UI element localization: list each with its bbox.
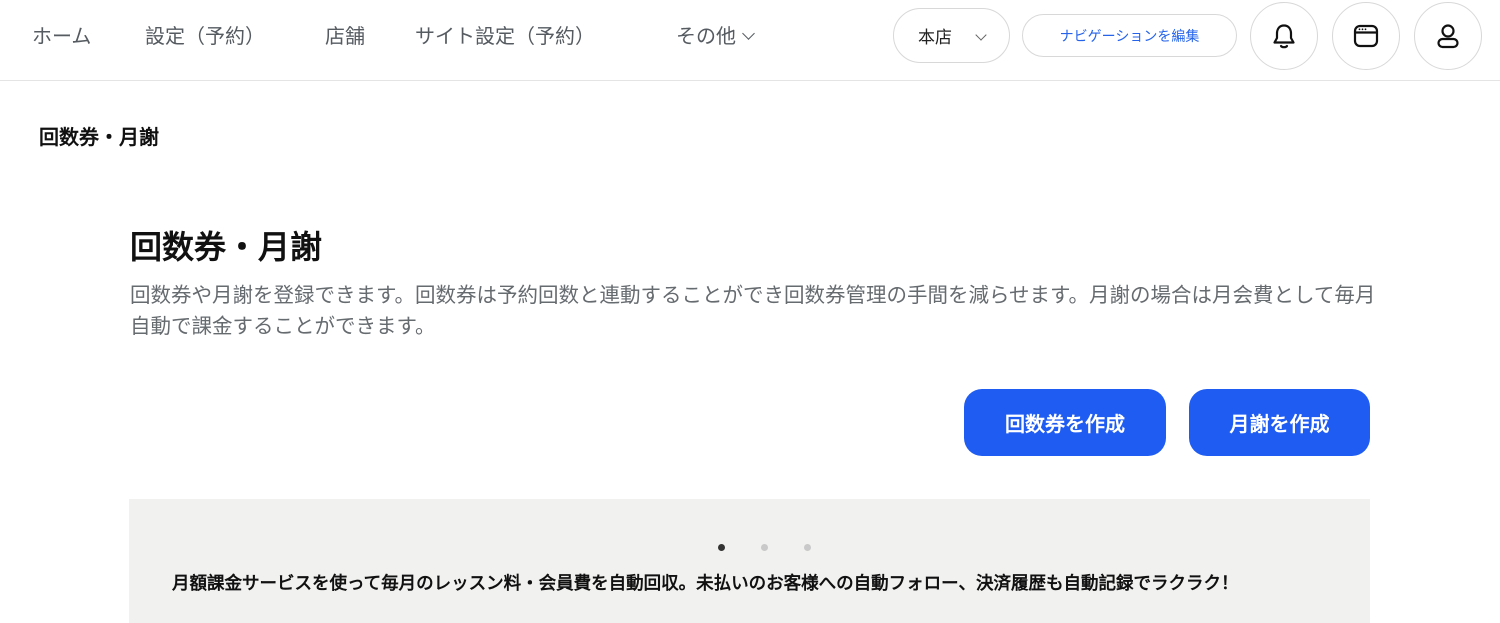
breadcrumb: 回数券・月謝 bbox=[39, 125, 159, 149]
page-description: 回数券や月謝を登録できます。回数券は予約回数と連動することができ回数券管理の手間… bbox=[130, 283, 1376, 338]
carousel-dot-2[interactable] bbox=[761, 544, 768, 551]
user-icon bbox=[1437, 24, 1459, 49]
store-select-value: 本店 bbox=[918, 28, 952, 48]
page-title: 回数券・月謝 bbox=[130, 228, 323, 266]
browser-window-icon bbox=[1353, 24, 1379, 48]
chevron-down-icon bbox=[742, 27, 755, 40]
nav-stores[interactable]: 店舗 bbox=[325, 23, 365, 49]
top-navigation-bar: ホーム 設定（予約） 店舗 サイト設定（予約） その他 本店 ナビゲーションを編… bbox=[0, 0, 1500, 81]
carousel-dots bbox=[129, 544, 1370, 551]
nav-more-dropdown[interactable]: その他 bbox=[676, 23, 755, 49]
nav-site-settings-reservation[interactable]: サイト設定（予約） bbox=[415, 23, 595, 49]
bell-icon bbox=[1273, 24, 1295, 49]
store-select[interactable]: 本店 bbox=[893, 8, 1010, 63]
notifications-button[interactable] bbox=[1250, 2, 1318, 70]
chevron-down-icon bbox=[975, 29, 987, 41]
create-monthly-button[interactable]: 月謝を作成 bbox=[1189, 389, 1370, 456]
promo-carousel: 月額課金サービスを使って毎月のレッスン料・会員費を自動回収。未払いのお客様への自… bbox=[129, 499, 1370, 623]
browser-preview-button[interactable] bbox=[1332, 2, 1400, 70]
nav-settings-reservation[interactable]: 設定（予約） bbox=[145, 23, 265, 49]
nav-home[interactable]: ホーム bbox=[32, 23, 91, 49]
promo-text: 月額課金サービスを使って毎月のレッスン料・会員費を自動回収。未払いのお客様への自… bbox=[172, 574, 1239, 594]
carousel-dot-3[interactable] bbox=[804, 544, 811, 551]
create-ticket-button[interactable]: 回数券を作成 bbox=[964, 389, 1166, 456]
edit-navigation-button[interactable]: ナビゲーションを編集 bbox=[1022, 14, 1237, 57]
nav-more-label: その他 bbox=[676, 24, 736, 48]
carousel-dot-1[interactable] bbox=[718, 544, 725, 551]
account-button[interactable] bbox=[1414, 2, 1482, 70]
